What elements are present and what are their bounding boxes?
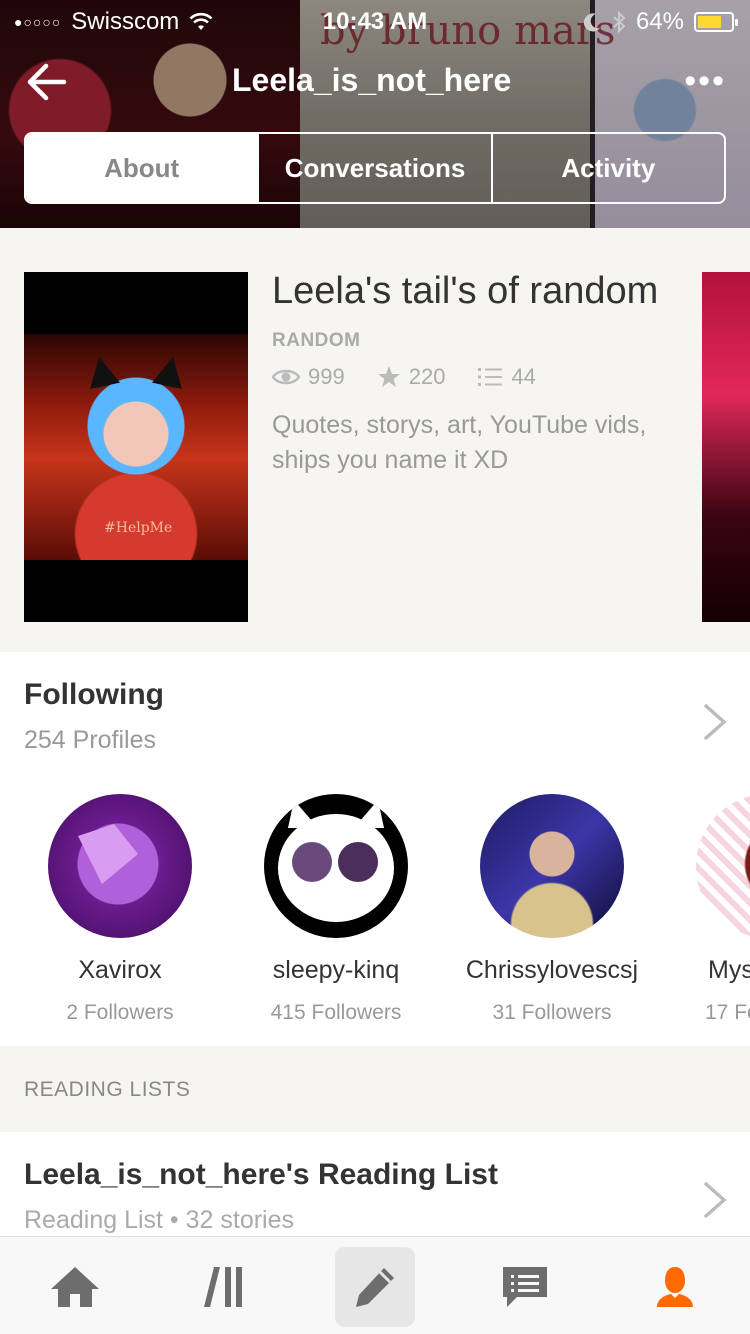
tab-profile[interactable]: [635, 1247, 715, 1327]
home-icon: [51, 1267, 99, 1307]
avatar: [264, 794, 408, 938]
messages-icon: [503, 1267, 547, 1307]
votes-count: 220: [408, 364, 446, 389]
story-description: Quotes, storys, art, YouTube vids, ships…: [272, 411, 647, 474]
back-arrow-icon[interactable]: [24, 60, 72, 104]
reading-list-subtitle: Reading List • 32 stories: [24, 1206, 295, 1234]
moon-icon: [583, 13, 600, 32]
profile-followers: 2 Followers: [66, 1001, 174, 1024]
tab-messages[interactable]: [485, 1247, 565, 1327]
profile-name: Chrissylovescsj: [465, 956, 639, 984]
profile-username: Leela_is_not_here: [232, 62, 512, 98]
parts-count: 44: [511, 364, 536, 389]
next-story-cover[interactable]: [702, 272, 750, 622]
tab-home[interactable]: [35, 1247, 115, 1327]
profile-followers: 17 Fo: [705, 1001, 750, 1024]
status-bar: ●○○○○ Swisscom 10:43 AM 64%: [0, 0, 750, 40]
following-section: Following 254 Profiles Xavirox 2 Followe…: [0, 652, 750, 1046]
bluetooth-icon: [613, 11, 626, 33]
library-icon: [204, 1267, 242, 1307]
list-icon: [478, 368, 503, 386]
profile-name: sleepy-kinq: [272, 956, 400, 984]
more-options-icon[interactable]: •••: [684, 62, 726, 101]
story-cover[interactable]: #HelpMe: [24, 272, 248, 622]
profile-header: by bruno mars ●○○○○ Swisscom 10:43 AM 64…: [0, 0, 750, 228]
story-title[interactable]: Leela's tail's of random: [272, 266, 692, 316]
profile-followers: 415 Followers: [270, 1001, 402, 1024]
tab-activity[interactable]: Activity: [490, 134, 724, 202]
profile-name: Mys: [708, 956, 750, 984]
reading-list-item[interactable]: Leela_is_not_here's Reading List Reading…: [0, 1132, 750, 1236]
eye-icon: [272, 369, 300, 385]
reading-lists-header: READING LISTS: [0, 1046, 750, 1132]
following-count: 254 Profiles: [24, 726, 157, 754]
profile-card[interactable]: Chrissylovescsj 31 Followers: [444, 794, 660, 1025]
tab-about[interactable]: About: [26, 134, 258, 202]
profile-tabs: About Conversations Activity: [24, 132, 726, 204]
story-category: RANDOM: [272, 330, 361, 351]
profile-card[interactable]: sleepy-kinq 415 Followers: [228, 794, 444, 1025]
profile-card[interactable]: Xavirox 2 Followers: [12, 794, 228, 1025]
chevron-right-icon[interactable]: [702, 702, 728, 742]
tab-write[interactable]: [335, 1247, 415, 1327]
cover-caption: #HelpMe: [104, 520, 173, 536]
bottom-tab-bar: [0, 1236, 750, 1334]
following-heading: Following: [24, 678, 164, 711]
star-icon: [377, 366, 400, 387]
story-section: #HelpMe Leela's tail's of random RANDOM …: [0, 228, 750, 652]
nav-bar: Leela_is_not_here •••: [0, 54, 750, 110]
battery-percent: 64%: [635, 8, 684, 35]
battery-icon: [694, 12, 738, 32]
profile-card[interactable]: Mys 17 Fo: [660, 794, 750, 1025]
tab-library[interactable]: [185, 1247, 265, 1327]
tab-conversations[interactable]: Conversations: [257, 134, 490, 202]
avatar: [696, 794, 750, 938]
avatar: [48, 794, 192, 938]
reads-count: 999: [308, 364, 345, 389]
profile-icon: [657, 1267, 693, 1307]
reading-list-title: Leela_is_not_here's Reading List: [24, 1158, 498, 1191]
profile-name: Xavirox: [78, 956, 162, 984]
avatar: [480, 794, 624, 938]
reading-lists-label: READING LISTS: [24, 1078, 191, 1101]
chevron-right-icon: [704, 1182, 727, 1218]
story-stats: 999 220 44: [272, 364, 692, 390]
profile-carousel: Xavirox 2 Followers sleepy-kinq 415 Foll…: [0, 794, 750, 1034]
profile-followers: 31 Followers: [492, 1001, 612, 1024]
write-icon: [356, 1268, 394, 1307]
